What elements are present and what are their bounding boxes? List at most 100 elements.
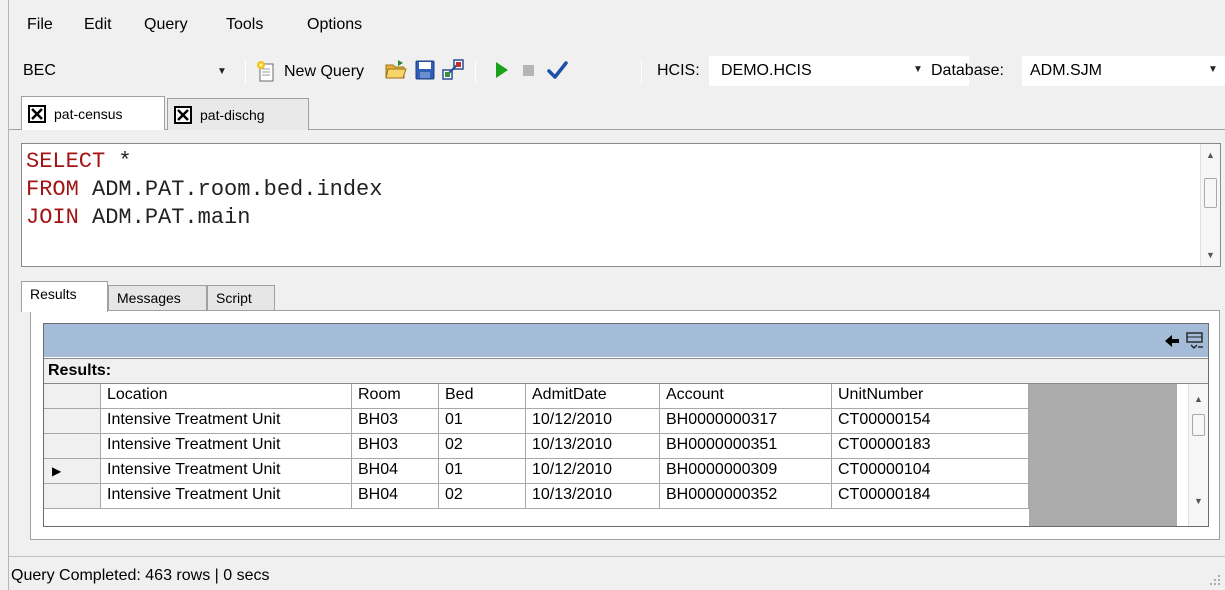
connect-icon[interactable]: [441, 58, 465, 82]
table-cell[interactable]: BH04: [352, 484, 439, 509]
connection-value: BEC: [23, 62, 56, 79]
tab-messages[interactable]: Messages: [108, 285, 207, 311]
scroll-up-icon[interactable]: ▲: [1194, 394, 1203, 404]
column-header-account[interactable]: Account: [660, 384, 832, 409]
menu-query[interactable]: Query: [144, 16, 188, 34]
scroll-up-icon[interactable]: ▲: [1206, 150, 1215, 160]
results-grid: Results: Location Room Bed AdmitDate Acc…: [43, 323, 1209, 527]
table-cell[interactable]: BH04: [352, 459, 439, 484]
new-query-label: New Query: [284, 63, 365, 80]
column-header-room[interactable]: Room: [352, 384, 439, 409]
play-icon[interactable]: [489, 58, 513, 82]
scroll-thumb[interactable]: [1192, 414, 1205, 436]
layout-icon[interactable]: [1186, 332, 1204, 350]
row-selector[interactable]: [44, 409, 101, 434]
chevron-down-icon: ▼: [1208, 64, 1218, 75]
tab-label: pat-census: [54, 105, 123, 122]
table-cell[interactable]: BH03: [352, 434, 439, 459]
database-value: ADM.SJM: [1030, 62, 1102, 79]
table-cell[interactable]: BH0000000309: [660, 459, 832, 484]
table-cell[interactable]: 02: [439, 484, 526, 509]
close-tab-icon[interactable]: [28, 104, 46, 123]
table-cell[interactable]: Intensive Treatment Unit: [101, 409, 352, 434]
column-header-unitnumber[interactable]: UnitNumber: [832, 384, 1029, 409]
sql-keyword: FROM: [26, 177, 79, 202]
table-cell[interactable]: 10/12/2010: [526, 459, 660, 484]
grid-toolbar: [44, 324, 1208, 357]
menu-edit[interactable]: Edit: [84, 16, 112, 34]
table-cell[interactable]: CT00000104: [832, 459, 1029, 484]
tab-label: pat-dischg: [200, 106, 265, 123]
results-title: Results:: [48, 362, 112, 379]
table-cell[interactable]: CT00000184: [832, 484, 1029, 509]
resize-grip-icon[interactable]: [1209, 574, 1221, 586]
scroll-down-icon[interactable]: ▼: [1206, 250, 1215, 260]
tab-pat-dischg[interactable]: pat-dischg: [167, 98, 309, 130]
table-cell[interactable]: 10/13/2010: [526, 434, 660, 459]
scroll-thumb[interactable]: [1204, 178, 1217, 208]
scroll-down-icon[interactable]: ▼: [1194, 496, 1203, 506]
results-title-bar: Results:: [44, 358, 1208, 384]
arrow-left-icon[interactable]: [1164, 333, 1180, 349]
status-bar: Query Completed: 463 rows | 0 secs: [9, 556, 1225, 590]
column-header-location[interactable]: Location: [101, 384, 352, 409]
code-line: FROM ADM.PAT.room.bed.index: [26, 176, 382, 204]
results-table: Location Room Bed AdmitDate Account Unit…: [44, 384, 1208, 526]
editor-scrollbar[interactable]: ▲ ▼: [1200, 144, 1220, 266]
row-selector[interactable]: [44, 484, 101, 509]
close-tab-icon[interactable]: [174, 105, 192, 124]
menu-bar: File Edit Query Tools Options: [9, 0, 1225, 40]
sql-keyword: SELECT: [26, 149, 106, 174]
toolbar-separator: [641, 60, 642, 84]
save-icon[interactable]: [413, 58, 437, 82]
row-selector[interactable]: [44, 434, 101, 459]
table-cell[interactable]: 01: [439, 409, 526, 434]
table-cell[interactable]: CT00000154: [832, 409, 1029, 434]
code-text: ADM.PAT.room.bed.index: [78, 177, 383, 202]
code-line: SELECT *: [26, 148, 382, 176]
table-cell[interactable]: BH0000000351: [660, 434, 832, 459]
row-header-corner: [44, 384, 101, 409]
table-cell[interactable]: CT00000183: [832, 434, 1029, 459]
chevron-down-icon: ▼: [913, 64, 923, 75]
menu-options[interactable]: Options: [307, 16, 362, 34]
open-folder-icon[interactable]: [384, 58, 408, 82]
column-header-admitdate[interactable]: AdmitDate: [526, 384, 660, 409]
sql-editor[interactable]: SELECT * FROM ADM.PAT.room.bed.index JOI…: [21, 143, 1221, 267]
app-window: File Edit Query Tools Options BEC ▼ New …: [8, 0, 1225, 590]
toolbar-separator: [475, 60, 476, 84]
table-cell[interactable]: Intensive Treatment Unit: [101, 459, 352, 484]
table-cell[interactable]: Intensive Treatment Unit: [101, 434, 352, 459]
hcis-dropdown[interactable]: DEMO.HCIS ▼: [709, 56, 969, 86]
tab-pat-census[interactable]: pat-census: [21, 96, 165, 130]
table-cell[interactable]: 10/12/2010: [526, 409, 660, 434]
table-cell[interactable]: BH03: [352, 409, 439, 434]
table-cell[interactable]: 10/13/2010: [526, 484, 660, 509]
tab-script[interactable]: Script: [207, 285, 275, 311]
grid-empty-area: [1029, 384, 1177, 526]
column-header-bed[interactable]: Bed: [439, 384, 526, 409]
table-cell[interactable]: 01: [439, 459, 526, 484]
menu-file[interactable]: File: [27, 16, 53, 34]
table-cell[interactable]: BH0000000352: [660, 484, 832, 509]
current-row-indicator[interactable]: ▶: [44, 459, 101, 484]
connection-dropdown[interactable]: BEC ▼: [23, 62, 233, 82]
document-tabs: pat-census pat-dischg: [9, 96, 1225, 130]
menu-tools[interactable]: Tools: [226, 16, 263, 34]
new-query-button[interactable]: New Query: [255, 59, 364, 85]
chevron-down-icon: ▼: [217, 66, 227, 77]
stop-icon[interactable]: [517, 58, 541, 82]
tab-results[interactable]: Results: [21, 281, 108, 312]
hcis-value: DEMO.HCIS: [721, 62, 812, 79]
checkmark-icon[interactable]: [545, 58, 569, 82]
result-tabs: Results Messages Script: [21, 281, 1221, 312]
code-text: *: [105, 149, 132, 174]
toolbar: BEC ▼ New Query HCIS: DEMO.HCIS ▼ Databa…: [9, 52, 1225, 90]
table-cell[interactable]: 02: [439, 434, 526, 459]
table-cell[interactable]: BH0000000317: [660, 409, 832, 434]
toolbar-separator: [245, 60, 246, 84]
table-cell[interactable]: Intensive Treatment Unit: [101, 484, 352, 509]
sql-keyword: JOIN: [26, 205, 79, 230]
grid-scrollbar[interactable]: ▲ ▼: [1188, 384, 1208, 526]
database-dropdown[interactable]: ADM.SJM ▼: [1022, 56, 1225, 86]
